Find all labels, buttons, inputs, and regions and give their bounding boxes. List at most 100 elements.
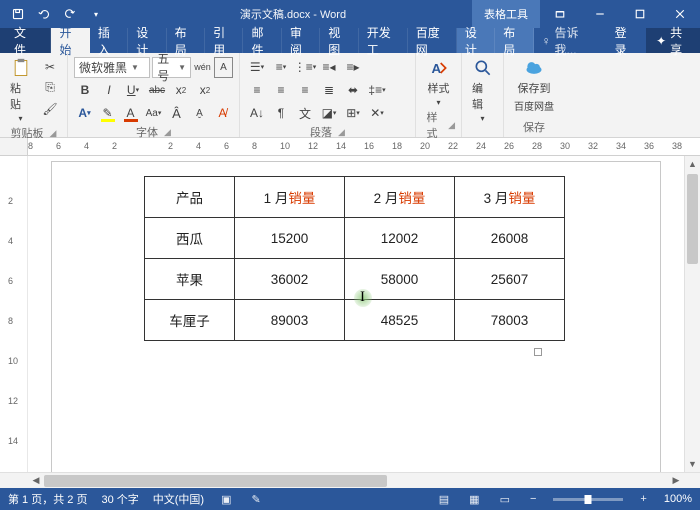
scroll-up-icon[interactable]: ▲ (685, 156, 700, 172)
table-resize-handle-icon[interactable] (534, 348, 542, 356)
font-name-combo[interactable]: 微软雅黑▼ (74, 57, 150, 78)
borders-icon[interactable]: ⊞▾ (342, 103, 364, 124)
dialog-launcher-icon[interactable]: ◢ (50, 128, 57, 139)
numbering-icon[interactable]: ≡▾ (270, 57, 292, 78)
macro-record-icon[interactable]: ▣ (218, 493, 234, 506)
phonetic-guide-icon[interactable]: wén (193, 57, 212, 78)
text-direction-icon[interactable]: 文 (294, 103, 316, 124)
indent-right-icon[interactable]: ≡▸ (342, 57, 364, 78)
justify-icon[interactable]: ≣ (318, 80, 340, 101)
indent-left-icon[interactable]: ≡◂ (318, 57, 340, 78)
align-left-icon[interactable]: ≡ (246, 80, 268, 101)
multilevel-icon[interactable]: ⋮≡▾ (294, 57, 316, 78)
vertical-scrollbar[interactable]: ▲ ▼ (684, 156, 700, 472)
chevron-down-icon[interactable]: ▼ (131, 63, 139, 72)
scroll-left-icon[interactable]: ◀ (28, 475, 44, 486)
page-canvas[interactable]: 产品1 月销量2 月销量3 月销量西瓜152001200226008苹果3600… (28, 156, 684, 472)
document-area: 24 68 1012 14 产品1 月销量2 月销量3 月销量西瓜1520012… (0, 156, 700, 472)
underline-button[interactable]: U▾ (122, 80, 144, 101)
shrink-font-icon[interactable]: A̬ (189, 103, 210, 124)
tab-4[interactable]: 引用 (205, 28, 243, 53)
cloud-icon (524, 58, 544, 78)
save-icon[interactable] (6, 2, 30, 26)
tell-me[interactable]: ♀告诉我... (534, 28, 605, 53)
scroll-thumb[interactable] (44, 475, 387, 487)
dialog-launcher-icon[interactable]: ◢ (448, 120, 455, 131)
login-button[interactable]: 登录 (605, 28, 646, 53)
horizontal-scrollbar[interactable]: ◀ ▶ (0, 472, 700, 488)
change-case-icon[interactable]: Aa▾ (143, 103, 164, 124)
clipboard-icon (11, 58, 31, 78)
line-spacing-icon[interactable]: ‡≡▾ (366, 80, 388, 101)
view-web-icon[interactable]: ▭ (497, 493, 513, 506)
scroll-thumb[interactable] (687, 174, 698, 264)
superscript-button[interactable]: x2 (194, 80, 216, 101)
content-table[interactable]: 产品1 月销量2 月销量3 月销量西瓜152001200226008苹果3600… (144, 176, 565, 341)
zoom-in-icon[interactable]: + (637, 493, 649, 505)
share-button[interactable]: ✦共享 (646, 28, 700, 53)
table-row[interactable]: 西瓜152001200226008 (145, 218, 565, 259)
page-indicator[interactable]: 第 1 页，共 2 页 (8, 491, 87, 507)
tab-1[interactable]: 插入 (90, 28, 128, 53)
tab-ctx-1[interactable]: 布局 (495, 28, 533, 53)
chevron-down-icon[interactable]: ▼ (178, 63, 186, 72)
strike-button[interactable]: abc (146, 80, 168, 101)
scroll-right-icon[interactable]: ▶ (668, 475, 684, 486)
scroll-down-icon[interactable]: ▼ (685, 456, 700, 472)
font-size-combo[interactable]: 五号▼ (152, 57, 191, 78)
track-changes-icon[interactable]: ✎ (249, 493, 264, 506)
clear-format-icon[interactable]: A̸ (212, 103, 233, 124)
dialog-launcher-icon[interactable]: ◢ (164, 127, 171, 138)
zoom-out-icon[interactable]: − (527, 493, 539, 505)
tab-6[interactable]: 审阅 (282, 28, 320, 53)
tab-0[interactable]: 开始 (51, 28, 89, 53)
sort-icon[interactable]: A↓ (246, 103, 268, 124)
table-row[interactable]: 车厘子890034852578003 (145, 300, 565, 341)
dialog-launcher-icon[interactable]: ◢ (338, 127, 345, 138)
language-indicator[interactable]: 中文(中国) (153, 491, 204, 507)
paste-button[interactable]: 粘贴▾ (6, 56, 35, 125)
cut-icon[interactable]: ✂ (39, 56, 61, 77)
edit-button[interactable]: 编辑▾ (468, 56, 497, 125)
grow-font-icon[interactable]: Â (166, 103, 187, 124)
tab-8[interactable]: 开发工 (359, 28, 408, 53)
distribute-icon[interactable]: ⬌ (342, 80, 364, 101)
align-right-icon[interactable]: ≡ (294, 80, 316, 101)
bullets-icon[interactable]: ☰▾ (246, 57, 268, 78)
tab-file[interactable]: 文件 (0, 28, 51, 53)
format-painter-icon[interactable]: 🖌 (39, 98, 61, 119)
text-effects-icon[interactable]: A▾ (74, 103, 95, 124)
asian-layout-icon[interactable]: ✕▾ (366, 103, 388, 124)
shading-icon[interactable]: ◪▾ (318, 103, 340, 124)
show-marks-icon[interactable]: ¶ (270, 103, 292, 124)
tab-9[interactable]: 百度网 (408, 28, 457, 53)
styles-button[interactable]: A 样式▾ (424, 56, 454, 109)
highlight-icon[interactable]: ✎ (97, 103, 118, 124)
copy-icon[interactable]: ⎘ (39, 77, 61, 98)
subscript-button[interactable]: x2 (170, 80, 192, 101)
vertical-ruler[interactable]: 24 68 1012 14 (0, 156, 28, 472)
tab-5[interactable]: 邮件 (243, 28, 281, 53)
qat-more-icon[interactable]: ▾ (84, 2, 108, 26)
undo-icon[interactable] (32, 2, 56, 26)
save-to-cloud-button[interactable]: 保存到 百度网盘 (510, 56, 558, 115)
view-read-icon[interactable]: ▤ (436, 493, 452, 506)
document-title: 演示文稿.docx - Word (114, 6, 472, 22)
tab-7[interactable]: 视图 (320, 28, 358, 53)
person-icon: ✦ (656, 34, 666, 48)
group-label-save: 保存 (523, 119, 545, 135)
redo-icon[interactable] (58, 2, 82, 26)
tab-ctx-0[interactable]: 设计 (457, 28, 495, 53)
horizontal-ruler[interactable]: 86422468101214161820222426283032343638 (0, 138, 700, 156)
bold-button[interactable]: B (74, 80, 96, 101)
view-print-icon[interactable]: ▦ (466, 493, 482, 506)
align-center-icon[interactable]: ≡ (270, 80, 292, 101)
word-count[interactable]: 30 个字 (101, 491, 138, 507)
zoom-slider[interactable] (553, 498, 623, 501)
styles-icon: A (429, 58, 449, 78)
zoom-level[interactable]: 100% (664, 493, 692, 505)
quick-access-toolbar: ▾ (0, 2, 114, 26)
italic-button[interactable]: I (98, 80, 120, 101)
font-color-icon[interactable]: A (120, 103, 141, 124)
char-border-icon[interactable]: A (214, 57, 233, 78)
